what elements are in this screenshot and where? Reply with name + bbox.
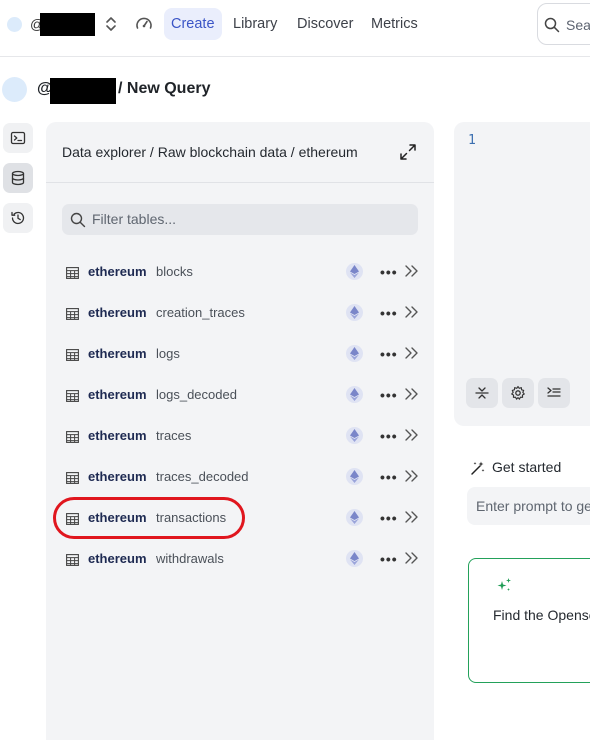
filter-placeholder: Filter tables... <box>92 211 177 227</box>
tab-library[interactable]: Library <box>226 8 284 40</box>
search-icon <box>70 212 86 228</box>
table-schema: ethereum <box>88 264 147 279</box>
prompt-placeholder: Enter prompt to ge <box>476 498 590 514</box>
open-table-chevron-icon[interactable] <box>404 305 420 324</box>
more-options-icon[interactable]: ••• <box>380 551 398 567</box>
format-query-button[interactable] <box>538 378 570 408</box>
history-icon <box>11 211 25 225</box>
suggestion-text: Find the Opense by day. <box>493 607 590 623</box>
table-schema: ethereum <box>88 387 147 402</box>
owner-avatar <box>2 77 27 102</box>
collapse-editor-button[interactable] <box>466 378 498 408</box>
prompt-input[interactable]: Enter prompt to ge <box>467 487 590 525</box>
breadcrumb[interactable]: Data explorer / Raw blockchain data / et… <box>62 144 358 160</box>
table-schema: ethereum <box>88 346 147 361</box>
ethereum-chain-icon <box>346 345 363 362</box>
search-icon <box>544 17 560 33</box>
table-name: creation_traces <box>156 305 245 320</box>
more-options-icon[interactable]: ••• <box>380 264 398 280</box>
table-icon <box>66 471 79 489</box>
open-table-chevron-icon[interactable] <box>404 469 420 488</box>
redacted-owner-name <box>50 78 116 104</box>
table-icon <box>66 348 79 366</box>
more-options-icon[interactable]: ••• <box>380 510 398 526</box>
expand-icon[interactable] <box>398 142 418 162</box>
table-name: withdrawals <box>156 551 224 566</box>
table-row[interactable]: ethereum blocks ••• <box>62 257 422 287</box>
table-row[interactable]: ethereum traces ••• <box>62 421 422 451</box>
more-options-icon[interactable]: ••• <box>380 387 398 403</box>
search-placeholder: Sea <box>566 17 590 33</box>
tab-discover[interactable]: Discover <box>290 8 360 40</box>
open-table-chevron-icon[interactable] <box>404 346 420 365</box>
table-icon <box>66 553 79 571</box>
line-number: 1 <box>468 133 476 148</box>
table-name: logs <box>156 346 180 361</box>
highlight-annotation <box>53 497 245 539</box>
table-icon <box>66 430 79 448</box>
ethereum-chain-icon <box>346 509 363 526</box>
table-icon <box>66 307 79 325</box>
table-schema: ethereum <box>88 469 147 484</box>
open-table-chevron-icon[interactable] <box>404 551 420 570</box>
ethereum-chain-icon <box>346 468 363 485</box>
gear-icon <box>511 385 525 400</box>
magic-wand-icon <box>471 461 485 475</box>
collapse-vertical-icon <box>475 387 489 399</box>
filter-tables-input[interactable]: Filter tables... <box>62 204 418 235</box>
terminal-icon <box>10 131 26 145</box>
editor-settings-button[interactable] <box>502 378 534 408</box>
sidebar-query-editor-button[interactable] <box>3 123 33 153</box>
dashboard-gauge-icon[interactable] <box>135 15 153 33</box>
top-navigation-bar: @ Create Library Discover Metrics Sea <box>0 0 590 57</box>
table-icon <box>66 266 79 284</box>
table-row[interactable]: ethereum traces_decoded ••• <box>62 462 422 492</box>
ethereum-chain-icon <box>346 304 363 321</box>
table-name: logs_decoded <box>156 387 237 402</box>
ethereum-chain-icon <box>346 263 363 280</box>
table-name: blocks <box>156 264 193 279</box>
more-options-icon[interactable]: ••• <box>380 428 398 444</box>
ethereum-chain-icon <box>346 386 363 403</box>
table-row[interactable]: ethereum logs_decoded ••• <box>62 380 422 410</box>
workspace-avatar[interactable] <box>7 17 22 32</box>
open-table-chevron-icon[interactable] <box>404 510 420 529</box>
table-schema: ethereum <box>88 305 147 320</box>
search-input[interactable]: Sea <box>537 3 590 45</box>
database-icon <box>11 170 25 186</box>
open-table-chevron-icon[interactable] <box>404 264 420 283</box>
table-icon <box>66 389 79 407</box>
open-table-chevron-icon[interactable] <box>404 428 420 447</box>
table-row[interactable]: ethereum withdrawals ••• <box>62 544 422 574</box>
indent-icon <box>547 387 561 397</box>
more-options-icon[interactable]: ••• <box>380 469 398 485</box>
more-options-icon[interactable]: ••• <box>380 346 398 362</box>
get-started-label: Get started <box>492 459 562 475</box>
table-name: traces <box>156 428 192 443</box>
suggestion-card[interactable]: Find the Opense by day. <box>468 558 590 683</box>
redacted-username <box>40 13 95 36</box>
tab-create[interactable]: Create <box>164 8 222 40</box>
explorer-header: Data explorer / Raw blockchain data / et… <box>46 122 434 183</box>
table-row[interactable]: ethereum creation_traces ••• <box>62 298 422 328</box>
data-explorer-panel: Data explorer / Raw blockchain data / et… <box>46 122 434 740</box>
more-options-icon[interactable]: ••• <box>380 305 398 321</box>
query-editor[interactable]: 1 <box>454 122 590 426</box>
ethereum-chain-icon <box>346 550 363 567</box>
page-title: / New Query <box>118 80 211 97</box>
tab-metrics[interactable]: Metrics <box>364 8 425 40</box>
table-name: traces_decoded <box>156 469 249 484</box>
sparkle-icon <box>497 578 511 591</box>
sidebar-history-button[interactable] <box>3 203 33 233</box>
workspace-switcher-icon[interactable] <box>103 14 119 34</box>
open-table-chevron-icon[interactable] <box>404 387 420 406</box>
table-row[interactable]: ethereum logs ••• <box>62 339 422 369</box>
table-schema: ethereum <box>88 428 147 443</box>
sidebar-data-explorer-button[interactable] <box>3 163 33 193</box>
table-schema: ethereum <box>88 551 147 566</box>
ethereum-chain-icon <box>346 427 363 444</box>
